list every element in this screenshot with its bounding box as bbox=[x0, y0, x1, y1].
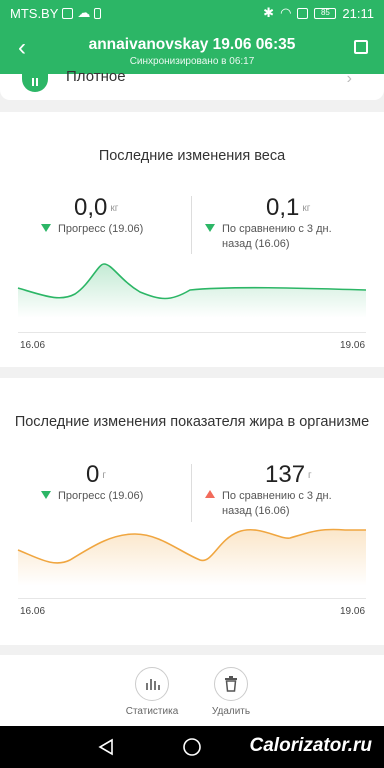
fat-card: Последние изменения показателя жира в ор… bbox=[0, 378, 384, 645]
chevron-right-icon: › bbox=[346, 70, 352, 87]
time: 21:11 bbox=[342, 5, 374, 21]
fat-area bbox=[18, 529, 366, 586]
weight-compare-caption: По сравнению с 3 дн. назад (16.06) bbox=[222, 223, 332, 250]
weight-compare-unit: кг bbox=[302, 203, 311, 214]
fat-progress-value: 0г bbox=[86, 461, 107, 488]
pause-icon bbox=[22, 74, 48, 92]
share-icon[interactable] bbox=[354, 40, 368, 54]
meal-type-label: Плотное bbox=[66, 68, 126, 85]
weight-progress-unit: кг bbox=[110, 203, 119, 214]
weight-progress-caption: Прогресс (19.06) bbox=[58, 223, 144, 235]
page-title: annaivanovskay 19.06 06:35 bbox=[88, 36, 296, 53]
fat-progress-unit: г bbox=[102, 470, 107, 481]
battery-icon: 85 bbox=[314, 7, 337, 19]
fat-x-tick-end: 19.06 bbox=[340, 606, 366, 617]
weight-x-tick-end: 19.06 bbox=[340, 340, 366, 351]
sim-icon bbox=[297, 7, 309, 19]
nav-home-icon[interactable] bbox=[183, 738, 201, 756]
app-header: ‹ annaivanovskay 19.06 06:35 Синхронизир… bbox=[0, 26, 384, 74]
weight-compare-value: 0,1 кг bbox=[266, 194, 311, 221]
weight-card-title: Последние изменения веса bbox=[98, 148, 286, 164]
status-bar: MTS.BY ☁ ✱ ◠ 85 21:11 bbox=[0, 0, 384, 26]
fat-progress-caption: Прогресс (19.06) bbox=[58, 490, 144, 502]
cloud-icon: ☁ bbox=[77, 5, 91, 20]
weight-progress-value: 0,0 кг bbox=[74, 194, 119, 221]
wifi-icon: ◠ bbox=[280, 5, 292, 20]
trend-down-icon bbox=[205, 224, 215, 232]
trend-up-icon bbox=[205, 490, 215, 498]
weight-x-axis bbox=[18, 332, 366, 333]
bluetooth-icon: ✱ bbox=[263, 5, 275, 20]
metric-divider bbox=[191, 464, 192, 522]
system-nav-bar: Calorizator.ru bbox=[0, 726, 384, 768]
weight-area bbox=[18, 264, 366, 318]
delete-label: Удалить bbox=[211, 706, 251, 717]
watermark: Calorizator.ru bbox=[249, 735, 372, 756]
fat-x-axis bbox=[18, 598, 366, 599]
fat-compare-caption: По сравнению с 3 дн. назад (16.06) bbox=[222, 490, 332, 517]
statistics-button[interactable]: Статистика bbox=[117, 667, 187, 717]
fat-card-title: Последние изменения показателя жира в ор… bbox=[14, 414, 370, 430]
weight-x-tick-start: 16.06 bbox=[20, 340, 46, 351]
weight-line-chart bbox=[17, 263, 367, 318]
meal-type-item[interactable]: Плотное › bbox=[0, 68, 384, 100]
bar-chart-icon bbox=[135, 667, 169, 701]
nav-back-icon[interactable] bbox=[98, 738, 113, 756]
metric-divider bbox=[191, 196, 192, 254]
weight-card: Последние изменения веса 0,0 кг Прогресс … bbox=[0, 112, 384, 367]
delete-button[interactable]: Удалить bbox=[196, 667, 266, 717]
sync-status: Синхронизировано в 06:17 bbox=[129, 56, 255, 67]
carrier-label: MTS.BY bbox=[10, 5, 59, 21]
trend-down-icon bbox=[41, 224, 51, 232]
bottom-actions: Статистика Удалить bbox=[0, 655, 384, 726]
photo-notification-icon bbox=[62, 7, 74, 19]
fat-compare-value: 137 г bbox=[265, 461, 312, 488]
fat-compare-unit: г bbox=[308, 470, 312, 481]
trend-down-icon bbox=[41, 491, 51, 499]
fat-x-tick-start: 16.06 bbox=[20, 606, 46, 617]
battery-notification-icon bbox=[94, 7, 102, 19]
fat-line-chart bbox=[17, 528, 366, 586]
trash-icon bbox=[214, 667, 248, 701]
statistics-label: Статистика bbox=[125, 706, 179, 717]
